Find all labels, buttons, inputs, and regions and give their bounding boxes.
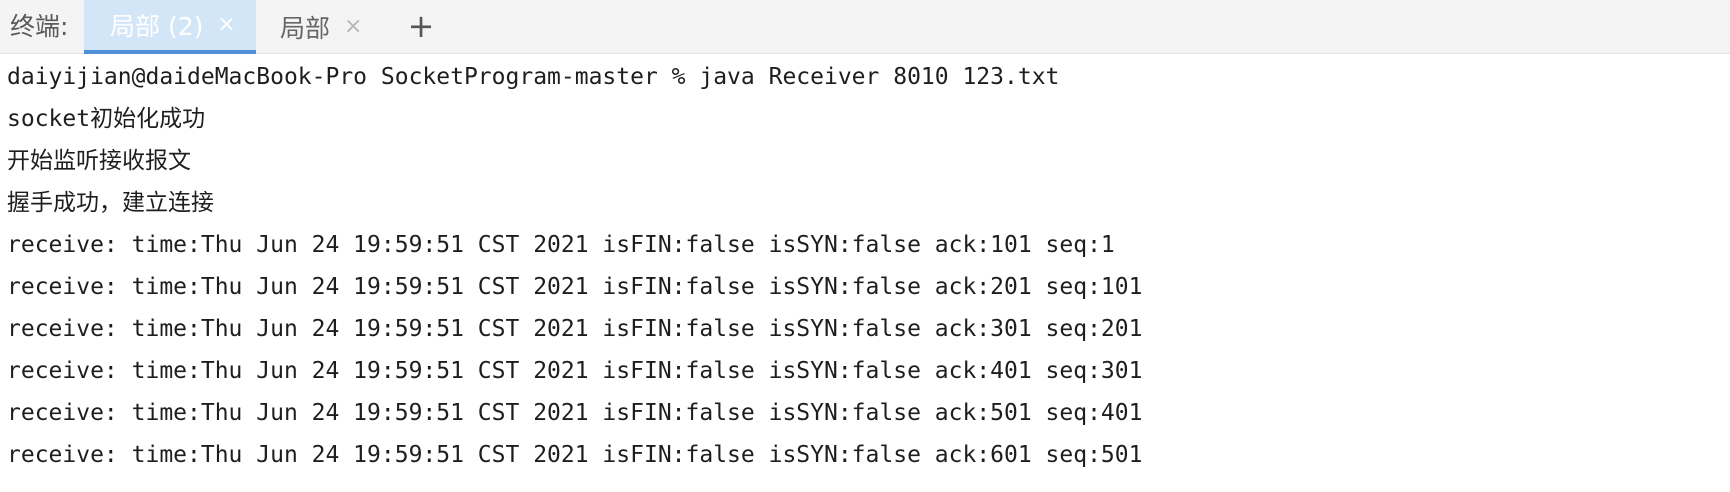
terminal-tab-bar: 终端: 局部 (2) × 局部 × +: [0, 0, 1730, 54]
terminal-output[interactable]: daiyijian@daideMacBook-Pro SocketProgram…: [7, 56, 1730, 492]
terminal-line: 握手成功，建立连接: [7, 190, 214, 216]
terminal-line: daiyijian@daideMacBook-Pro SocketProgram…: [7, 64, 1060, 90]
close-icon[interactable]: ×: [217, 14, 235, 36]
plus-icon[interactable]: +: [403, 8, 439, 44]
terminal-line: receive: time:Thu Jun 24 19:59:51 CST 20…: [7, 316, 1143, 342]
terminal-line: socket初始化成功: [7, 106, 206, 132]
tab-local-2-label: 局部 (2): [110, 12, 204, 41]
tab-local[interactable]: 局部 ×: [256, 0, 396, 54]
terminal-label: 终端:: [10, 12, 69, 41]
terminal-line: receive: time:Thu Jun 24 19:59:51 CST 20…: [7, 442, 1143, 468]
terminal-line: receive: time:Thu Jun 24 19:59:51 CST 20…: [7, 232, 1115, 258]
terminal-line: 开始监听接收报文: [7, 148, 191, 174]
close-icon[interactable]: ×: [344, 16, 362, 38]
terminal-line: receive: time:Thu Jun 24 19:59:51 CST 20…: [7, 274, 1143, 300]
tab-local-2[interactable]: 局部 (2) ×: [84, 0, 256, 54]
tab-local-label: 局部: [280, 14, 331, 43]
terminal-line: receive: time:Thu Jun 24 19:59:51 CST 20…: [7, 358, 1143, 384]
terminal-line: receive: time:Thu Jun 24 19:59:51 CST 20…: [7, 400, 1143, 426]
